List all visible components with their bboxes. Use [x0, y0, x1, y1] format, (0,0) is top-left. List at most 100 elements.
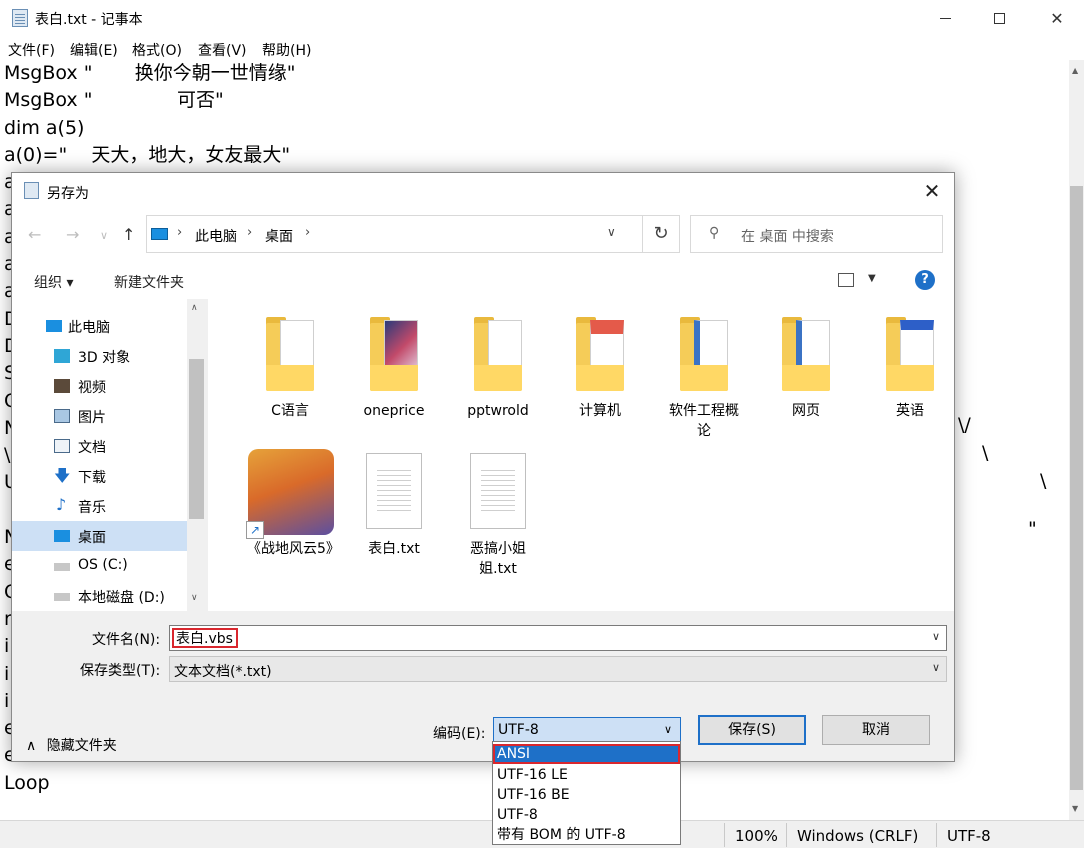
documents-icon: [54, 439, 70, 453]
search-box[interactable]: ⚲ 在 桌面 中搜索: [690, 215, 943, 253]
tree-item-pictures[interactable]: 图片: [12, 401, 187, 431]
text-line: a(0)=" 天大，地大，女友最大": [4, 143, 291, 166]
scroll-thumb[interactable]: [1070, 186, 1083, 790]
hide-folders-toggle[interactable]: ∧ 隐藏文件夹: [26, 735, 117, 755]
folder-pptwrold[interactable]: pptwrold: [448, 317, 548, 427]
organize-button[interactable]: 组织 ▾: [34, 272, 73, 292]
tree-item-label: OS (C:): [78, 557, 128, 573]
address-bar[interactable]: › 此电脑 › 桌面 › ∨: [146, 215, 678, 253]
cancel-button[interactable]: 取消: [822, 715, 930, 745]
chevron-up-icon: ∧: [26, 738, 37, 754]
scroll-up-icon[interactable]: ∧: [191, 303, 198, 313]
scroll-down-icon[interactable]: ▼: [1072, 804, 1078, 813]
dialog-close-button[interactable]: ✕: [912, 177, 952, 205]
editor-text-fragment: \: [1040, 470, 1047, 492]
tree-item-drive-c[interactable]: OS (C:): [12, 551, 187, 581]
menu-view[interactable]: 查看(V): [198, 40, 247, 60]
status-encoding: UTF-8: [947, 827, 991, 845]
tree-item-downloads[interactable]: 🡇 下载: [12, 461, 187, 491]
minimize-button[interactable]: [922, 0, 968, 36]
back-arrow-icon[interactable]: ←: [28, 225, 41, 244]
recent-locations-chevron-icon[interactable]: ∨: [100, 229, 108, 242]
file-label: 计算机: [579, 403, 621, 419]
notepad-icon: [12, 9, 28, 27]
tree-item-3d-objects[interactable]: 3D 对象: [12, 341, 187, 371]
tree-item-label: 文档: [78, 440, 106, 456]
tree-item-documents[interactable]: 文档: [12, 431, 187, 461]
scroll-up-icon[interactable]: ▲: [1072, 66, 1078, 75]
view-options-icon[interactable]: [838, 273, 854, 287]
3d-objects-icon: [54, 349, 70, 363]
tree-scrollbar[interactable]: ∧ ∨: [187, 299, 206, 611]
tree-item-music[interactable]: ♪ 音乐: [12, 491, 187, 521]
folder-icon: [474, 317, 522, 391]
file-label: 软件工程概论: [669, 403, 739, 439]
file-label: pptwrold: [467, 403, 529, 419]
breadcrumb-chevron-icon[interactable]: ›: [247, 225, 252, 240]
filename-field[interactable]: ∨: [169, 625, 947, 651]
breadcrumb-chevron-icon[interactable]: ›: [305, 225, 310, 240]
folder-computer[interactable]: 计算机: [550, 317, 650, 427]
save-button[interactable]: 保存(S): [698, 715, 806, 745]
view-dropdown-icon[interactable]: ▼: [868, 273, 876, 284]
scroll-down-icon[interactable]: ∨: [191, 593, 198, 603]
tree-item-desktop[interactable]: 桌面: [12, 521, 187, 551]
encoding-select[interactable]: UTF-8 ∨: [493, 717, 681, 743]
encoding-option-utf8[interactable]: UTF-8: [493, 805, 680, 825]
menu-help[interactable]: 帮助(H): [262, 40, 311, 60]
save-as-dialog: 另存为 ✕ ← → ∨ ↑ › 此电脑 › 桌面 › ∨ ↻ ⚲ 在 桌面 中搜…: [11, 172, 955, 762]
tree-item-videos[interactable]: 视频: [12, 371, 187, 401]
encoding-option-utf8-bom[interactable]: 带有 BOM 的 UTF-8: [493, 825, 680, 845]
tree-item-label: 音乐: [78, 500, 106, 516]
close-button[interactable]: ✕: [1034, 0, 1080, 36]
navigation-bar: ← → ∨ ↑ › 此电脑 › 桌面 › ∨ ↻ ⚲ 在 桌面 中搜索: [12, 209, 954, 261]
filename-input[interactable]: [172, 628, 238, 648]
help-icon[interactable]: ?: [915, 270, 935, 290]
menu-file[interactable]: 文件(F): [8, 40, 55, 60]
up-arrow-icon[interactable]: ↑: [122, 225, 135, 244]
encoding-option-ansi[interactable]: ANSI: [493, 744, 680, 764]
breadcrumb-desktop[interactable]: 桌面: [265, 226, 293, 246]
notepad-title-bar: 表白.txt - 记事本 ✕: [0, 0, 1084, 36]
encoding-option-utf16le[interactable]: UTF-16 LE: [493, 765, 680, 785]
menu-edit[interactable]: 编辑(E): [70, 40, 118, 60]
filename-dropdown-icon[interactable]: ∨: [932, 630, 940, 643]
address-dropdown-icon[interactable]: ∨: [607, 225, 616, 239]
refresh-button[interactable]: ↻: [642, 215, 680, 253]
encoding-dropdown-icon[interactable]: ∨: [664, 723, 672, 736]
editor-vertical-scrollbar[interactable]: ▲ ▼: [1069, 60, 1084, 820]
text-line: MsgBox " 换你今朝一世情缘": [4, 62, 296, 84]
encoding-value: UTF-8: [498, 722, 539, 738]
breadcrumb-this-pc[interactable]: 此电脑: [195, 226, 237, 246]
maximize-button[interactable]: [976, 0, 1022, 36]
hide-folders-label: 隐藏文件夹: [46, 738, 117, 754]
tree-item-drive-d[interactable]: 本地磁盘 (D:): [12, 581, 187, 611]
folder-oneprice[interactable]: oneprice: [344, 317, 444, 427]
folder-icon: [266, 317, 314, 391]
scroll-thumb[interactable]: [189, 359, 204, 519]
folder-webpage[interactable]: 网页: [756, 317, 856, 427]
tree-item-label: 此电脑: [68, 320, 110, 336]
shortcut-arrow-icon: ↗: [246, 521, 264, 539]
file-view: C语言 oneprice pptwrold 计算机 软件工程概论 网页 英语 ↗: [208, 299, 954, 611]
menu-format[interactable]: 格式(O): [132, 40, 182, 60]
menu-bar: 文件(F) 编辑(E) 格式(O) 查看(V) 帮助(H): [0, 36, 1084, 60]
file-egao-txt[interactable]: 恶搞小姐姐.txt: [448, 449, 548, 579]
new-folder-button[interactable]: 新建文件夹: [114, 272, 184, 292]
computer-icon: [46, 320, 62, 332]
tree-item-this-pc[interactable]: 此电脑: [12, 311, 187, 341]
encoding-option-utf16be[interactable]: UTF-16 BE: [493, 785, 680, 805]
forward-arrow-icon[interactable]: →: [66, 225, 79, 244]
folder-icon: [370, 317, 418, 391]
filetype-dropdown-icon[interactable]: ∨: [932, 661, 940, 674]
folder-icon: [886, 317, 934, 391]
filetype-select[interactable]: 文本文档(*.txt) ∨: [169, 656, 947, 682]
breadcrumb-chevron-icon[interactable]: ›: [177, 225, 182, 240]
folder-english[interactable]: 英语: [860, 317, 960, 427]
shortcut-battlefield-5[interactable]: ↗ 《战地风云5》: [240, 449, 340, 579]
file-label: 英语: [896, 403, 924, 419]
folder-c-language[interactable]: C语言: [240, 317, 340, 427]
file-biaobai-txt[interactable]: 表白.txt: [344, 449, 444, 559]
folder-software-engineering[interactable]: 软件工程概论: [654, 317, 754, 447]
window-title: 表白.txt - 记事本: [35, 12, 143, 28]
